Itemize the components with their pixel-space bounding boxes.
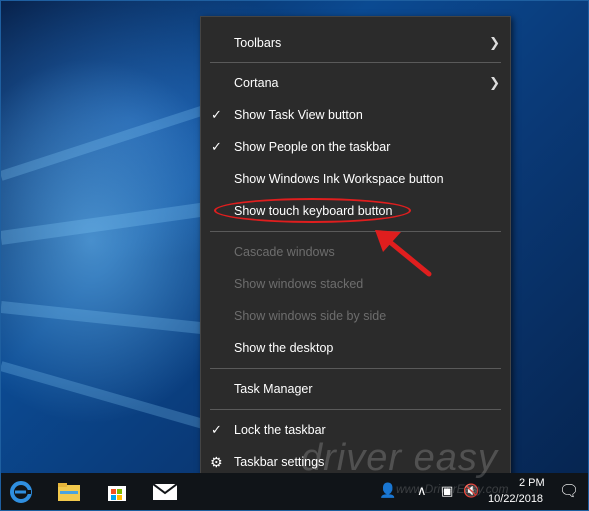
watermark-url: www.DriverEasy.com <box>396 482 509 496</box>
menu-item-label: Toolbars <box>234 36 282 50</box>
highlight-ellipse <box>214 198 411 223</box>
menu-item-cascade-windows: Cascade windows <box>201 237 510 267</box>
menu-item-cortana[interactable]: Cortana ❯ <box>201 68 510 98</box>
menu-separator <box>210 409 501 410</box>
taskbar-context-menu: Toolbars ❯ Cortana ❯ ✓ Show Task View bu… <box>200 16 511 485</box>
menu-separator <box>210 231 501 232</box>
menu-item-label: Cortana <box>234 76 279 90</box>
watermark: driver easy www.DriverEasy.com <box>301 437 586 497</box>
file-explorer-icon[interactable] <box>49 473 89 510</box>
menu-item-label: Task Manager <box>234 382 313 396</box>
menu-item-show-ink-workspace[interactable]: Show Windows Ink Workspace button <box>201 164 510 194</box>
menu-item-label: Show Windows Ink Workspace button <box>234 172 444 186</box>
chevron-right-icon: ❯ <box>489 75 500 90</box>
menu-item-show-task-view[interactable]: ✓ Show Task View button <box>201 100 510 130</box>
store-icon[interactable] <box>97 473 137 510</box>
screenshot-frame: Toolbars ❯ Cortana ❯ ✓ Show Task View bu… <box>0 0 589 511</box>
menu-item-label: Show windows stacked <box>234 277 364 291</box>
menu-item-label: Show People on the taskbar <box>234 140 391 154</box>
red-arrow-icon <box>375 230 432 277</box>
checkmark-icon: ✓ <box>211 422 222 437</box>
edge-browser-icon[interactable] <box>1 473 41 510</box>
mail-icon[interactable] <box>145 473 185 510</box>
menu-item-show-desktop[interactable]: Show the desktop <box>201 333 510 363</box>
chevron-right-icon: ❯ <box>489 35 500 50</box>
menu-item-label: Cascade windows <box>234 245 335 259</box>
watermark-brand: driver easy <box>301 437 498 479</box>
menu-item-show-windows-side-by-side: Show windows side by side <box>201 301 510 331</box>
menu-separator <box>210 62 501 63</box>
checkmark-icon: ✓ <box>211 107 222 122</box>
menu-item-toolbars[interactable]: Toolbars ❯ <box>201 28 510 58</box>
menu-item-task-manager[interactable]: Task Manager <box>201 374 510 404</box>
menu-separator <box>210 368 501 369</box>
menu-item-label: Show windows side by side <box>234 309 387 323</box>
menu-item-label: Show Task View button <box>234 108 363 122</box>
menu-item-label: Show the desktop <box>234 341 334 355</box>
checkmark-icon: ✓ <box>211 139 222 154</box>
menu-item-show-people[interactable]: ✓ Show People on the taskbar <box>201 132 510 162</box>
menu-item-show-windows-stacked: Show windows stacked <box>201 269 510 299</box>
